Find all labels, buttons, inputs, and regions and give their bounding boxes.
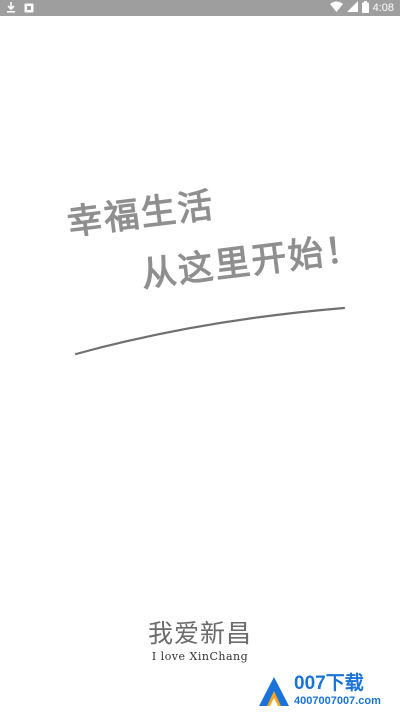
watermark-phone: 4007007007.com <box>294 695 381 707</box>
signal-icon <box>346 1 358 15</box>
wifi-icon <box>329 1 343 15</box>
watermark-brand: 007下载 <box>294 673 364 694</box>
battery-icon <box>361 0 369 16</box>
app-logo-english: I love XinChang <box>151 650 249 663</box>
watermark-logo-icon <box>259 677 289 706</box>
app-logo-chinese: 我爱新昌 <box>147 619 252 648</box>
swoosh-underline <box>74 306 346 356</box>
slogan-line-1: 幸福生活 <box>65 185 217 244</box>
status-left-icons <box>6 2 34 16</box>
watermark: 007下载 4007007007.com <box>256 673 400 712</box>
status-bar: 4:08 <box>0 0 400 16</box>
notification-icon <box>24 3 34 16</box>
status-time: 4:08 <box>372 2 394 14</box>
status-right-icons: 4:08 <box>329 0 394 16</box>
download-icon <box>6 2 16 16</box>
